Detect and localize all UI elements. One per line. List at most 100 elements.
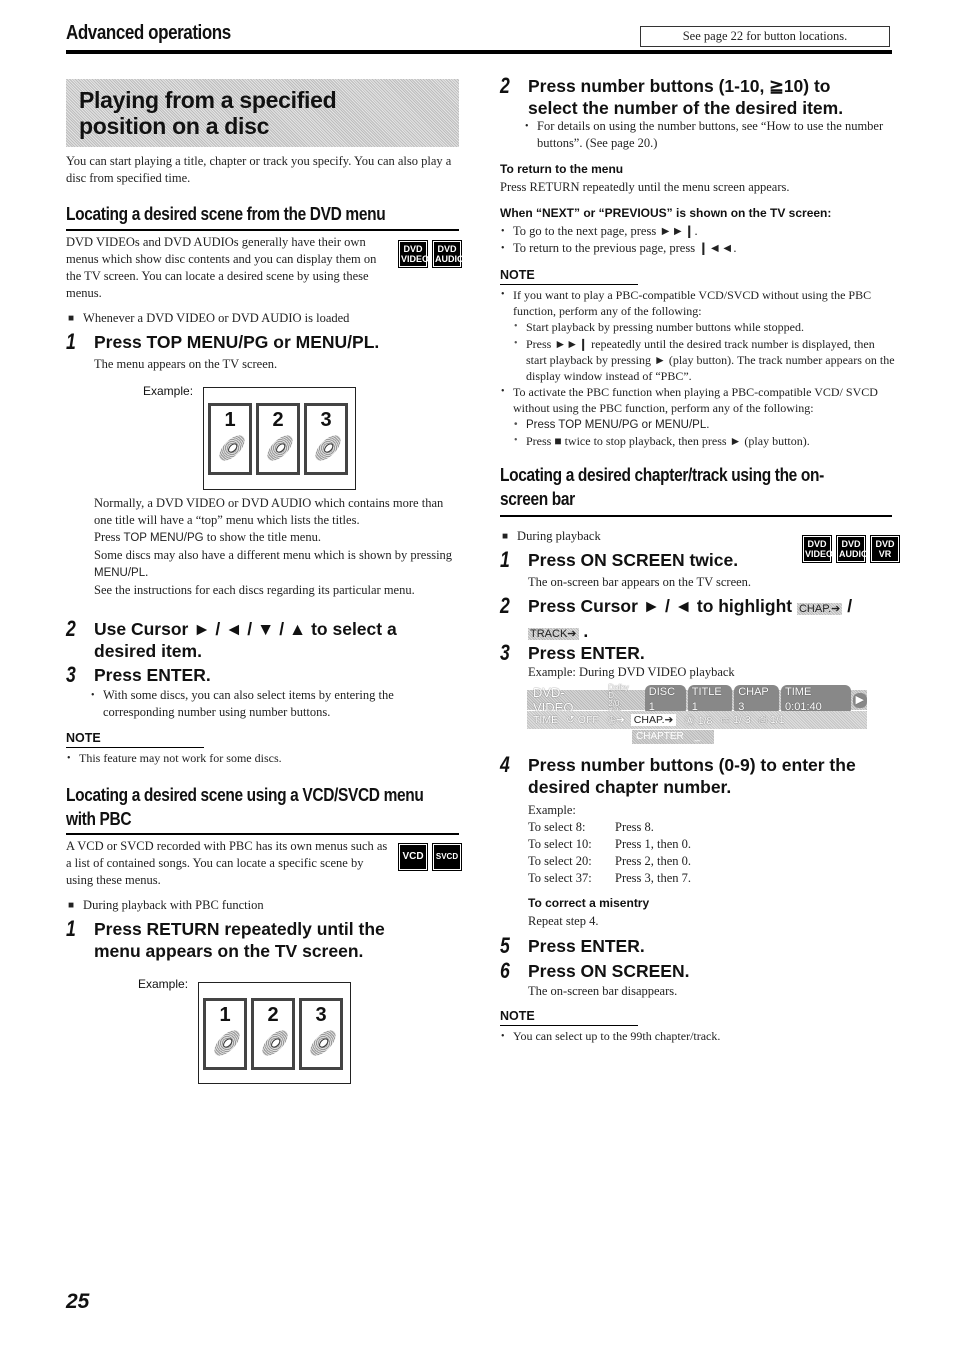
step-number: 3 (500, 640, 510, 665)
note-item: This feature may not work for some discs… (66, 750, 456, 767)
step-text: Press ON SCREEN. (528, 961, 690, 981)
pbc-note-list: If you want to play a PBC-compatible VCD… (500, 287, 895, 449)
section-header-title: Advanced operations (66, 22, 231, 44)
note-item: If you want to play a PBC-compatible VCD… (500, 287, 895, 384)
note-item: You can select up to the 99th chapter/tr… (500, 1028, 890, 1045)
osd-chapter-input[interactable]: CHAPTER _ (632, 730, 714, 744)
button-locations-note: See page 22 for button locations. (640, 26, 890, 47)
page-number: 25 (66, 1290, 90, 1313)
intro-text: You can start playing a title, chapter o… (66, 154, 452, 185)
next-previous-list: To go to the next page, press ►►❙. To re… (500, 223, 890, 257)
note-rule (500, 284, 638, 285)
step-text: Press RETURN repeatedly until the menu ap… (94, 919, 385, 961)
osd-input-value: _ (694, 731, 701, 742)
onscreen-step-1: 1 Press ON SCREEN twice. (500, 549, 800, 573)
badge-vcd: VCD (398, 843, 428, 871)
note-rule (66, 747, 204, 748)
section-rule (66, 229, 459, 231)
vcd-condition: During playback with PBC function (68, 897, 264, 915)
section-rule (500, 515, 892, 517)
example-label: Example: (138, 977, 189, 991)
dvd-step-1-sub: The menu appears on the TV screen. (94, 357, 278, 371)
next-previous-heading: When “NEXT” or “PREVIOUS” is shown on th… (500, 206, 832, 220)
onscreen-condition: During playback (502, 528, 601, 546)
dvd-menu-example: 1 2 3 (203, 387, 356, 490)
step-text: Press ENTER. (528, 643, 645, 663)
badge-dvd-vr: DVD VR (870, 535, 900, 563)
disc-type-badges: DVD VIDEO DVD AUDIO DVD VR (800, 535, 900, 563)
onscreen-step-4: 4 Press number buttons (0-9) to enter th… (500, 754, 910, 800)
example-row: To select 10: Press 1, then 0. (528, 837, 692, 851)
disc-icon (311, 431, 345, 465)
osd-chapter-search-option[interactable]: CHAP.➔ (630, 714, 677, 726)
badge-dvd-video: DVD VIDEO (398, 240, 429, 268)
onscreen-step-3-sub: Example: During DVD VIDEO playback (528, 665, 735, 679)
disc-icon (210, 1026, 244, 1060)
vcd-step-2: 2 Press number buttons (1-10, ≧10) to sel… (500, 75, 910, 121)
disc-type-badges: VCD SVCD (396, 843, 462, 871)
dvd-note-list: This feature may not work for some discs… (66, 750, 456, 767)
bullet-item: To go to the next page, press ►►❙. (500, 223, 890, 240)
step-number: 5 (500, 933, 510, 958)
disc-icon (258, 1026, 292, 1060)
onscreen-step-2: 2 Press Cursor ► / ◄ to highlight CHAP.➔… (500, 595, 910, 642)
vcd-description: A VCD or SVCD recorded with PBC has its … (66, 839, 388, 887)
osd-time-option[interactable]: TIME (533, 714, 558, 726)
explanation-para: Some discs may also have a different men… (94, 548, 453, 579)
dvd-menu-description: DVD VIDEOs and DVD AUDIOs generally have… (66, 235, 377, 300)
misentry-heading: To correct a misentry (528, 896, 650, 910)
osd-audio-option[interactable]: Ⓐ 1/8 (684, 713, 712, 728)
header-rule (66, 50, 892, 54)
onscreen-step-3: 3 Press ENTER. (500, 642, 800, 666)
note-subitem: Press ■ twice to stop playback, then pre… (513, 433, 895, 449)
dvd-menu-section-title: Locating a desired scene from the DVD me… (66, 204, 386, 224)
menu-item-card: 2 (251, 998, 295, 1070)
disc-icon (306, 1026, 340, 1060)
note-heading: NOTE (500, 268, 535, 282)
osd-status-row: DVD-VIDEO Dolby D2/0. 0ch DISC 1 TITLE 1… (527, 684, 867, 716)
example-label: Example: (528, 803, 576, 817)
step-number: 2 (500, 73, 510, 98)
step-number: 4 (500, 752, 510, 777)
dvd-step-3: 3 Press ENTER. (66, 664, 466, 688)
return-text: Press RETURN repeatedly until the menu s… (500, 180, 790, 194)
dvd-menu-condition: Whenever a DVD VIDEO or DVD AUDIO is loa… (68, 310, 349, 328)
vcd-section-title: Locating a desired scene using a VCD/SVC… (66, 785, 424, 829)
badge-dvd-audio: DVD AUDIO (836, 535, 868, 563)
osd-repeat-option[interactable]: ↺ OFF (566, 714, 599, 726)
page-title: Playing from a specified position on a d… (79, 87, 337, 139)
menu-item-card: 1 (203, 998, 247, 1070)
note-subitem: Press TOP MENU/PG or MENU/PL. (513, 417, 895, 433)
vcd-step-1: 1 Press RETURN repeatedly until the menu … (66, 918, 466, 964)
note-subitem: Start playback by pressing number button… (513, 319, 895, 335)
onscreen-step-1-sub: The on-screen bar appears on the TV scre… (528, 575, 752, 589)
osd-input-label: CHAPTER (636, 731, 684, 742)
page-title-line1: Playing from a specified (79, 87, 337, 113)
bullet-item: With some discs, you can also select ite… (90, 687, 460, 721)
osd-angle-option[interactable]: ⎙ 1/1 (759, 714, 785, 727)
play-indicator-icon: ▶ (852, 692, 867, 708)
return-heading: To return to the menu (500, 162, 624, 176)
explanation-para: Normally, a DVD VIDEO or DVD AUDIO which… (94, 496, 444, 527)
page-title-banner: Playing from a specified position on a d… (66, 79, 459, 147)
badge-dvd-video: DVD VIDEO (802, 535, 833, 563)
example-row: To select 8: Press 8. (528, 820, 654, 834)
badge-svcd: SVCD (432, 843, 462, 871)
dvd-menu-explanation: Normally, a DVD VIDEO or DVD AUDIO which… (94, 495, 464, 599)
menu-item-card: 1 (208, 403, 252, 475)
osd-subtitle-option[interactable]: ▭ 1/ 3 (720, 714, 750, 726)
menu-item-card: 3 (304, 403, 348, 475)
onscreen-note-list: You can select up to the 99th chapter/tr… (500, 1028, 890, 1045)
step-text: Press TOP MENU/PG or MENU/PL. (94, 332, 380, 352)
step-number: 1 (500, 547, 510, 572)
osd-time-search-option[interactable]: ◷➔ (607, 714, 625, 726)
page-title-line2: position on a disc (79, 113, 270, 139)
osd-menu-row: TIME ↺ OFF ◷➔ CHAP.➔ Ⓐ 1/8 ▭ 1/ 3 ⎙ 1/1 (527, 711, 867, 729)
step-text: Use Cursor ► / ◄ / ▼ / ▲ to select a desi… (94, 619, 397, 661)
note-heading: NOTE (66, 731, 101, 745)
step-text: Press ON SCREEN twice. (528, 550, 739, 570)
vcd-menu-example: 1 2 3 (198, 982, 351, 1084)
step-number: 6 (500, 958, 510, 983)
step-number: 2 (66, 616, 76, 641)
bullet-item: For details on using the number buttons,… (524, 118, 894, 152)
